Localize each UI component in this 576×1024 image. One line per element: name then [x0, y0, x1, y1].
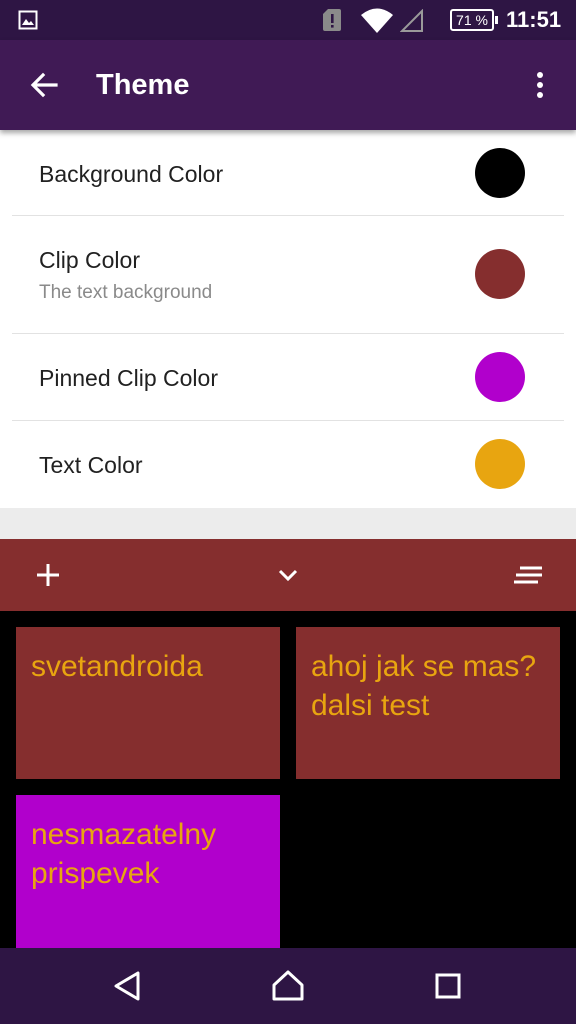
app-bar: Theme [0, 40, 576, 130]
color-swatch[interactable] [475, 352, 525, 402]
clips-preview: svetandroida ahoj jak se mas?dalsi test … [0, 611, 576, 948]
gallery-icon [18, 10, 38, 30]
setting-label: Text Color [39, 452, 143, 478]
setting-clip-color[interactable]: Clip Color The text background [0, 216, 576, 334]
battery-level: 71 % [456, 12, 488, 28]
nav-back-icon[interactable] [110, 968, 146, 1004]
sim-alert-icon [323, 9, 341, 31]
clip-card[interactable]: svetandroida [16, 627, 280, 779]
setting-label: Clip Color [39, 247, 140, 273]
navigation-bar [0, 948, 576, 1024]
plus-icon[interactable] [34, 561, 62, 589]
wifi-icon [361, 8, 393, 33]
setting-text-color[interactable]: Text Color [0, 421, 576, 508]
setting-label: Pinned Clip Color [39, 365, 218, 391]
signal-icon [400, 9, 423, 32]
nav-home-icon[interactable] [270, 968, 306, 1004]
page-title: Theme [96, 69, 190, 101]
clip-card[interactable]: ahoj jak se mas?dalsi test [296, 627, 560, 779]
pinned-clip-card[interactable]: nesmazatelny prispevek [16, 795, 280, 948]
battery-icon: 71 % [450, 9, 498, 31]
settings-list: Background Color Clip Color The text bac… [0, 130, 576, 508]
section-gap [0, 508, 576, 539]
setting-summary: The text background [39, 282, 213, 303]
back-arrow-icon[interactable] [24, 65, 64, 105]
clock: 11:51 [506, 7, 562, 32]
color-swatch[interactable] [475, 148, 525, 198]
nav-recents-icon[interactable] [430, 968, 466, 1004]
clip-toolbar [0, 539, 576, 611]
chevron-down-icon[interactable] [274, 561, 302, 589]
status-bar: 71 % 11:51 [0, 0, 576, 40]
more-vert-icon[interactable] [524, 65, 556, 105]
setting-pinned-clip-color[interactable]: Pinned Clip Color [0, 334, 576, 421]
setting-background-color[interactable]: Background Color [0, 130, 576, 216]
sort-lines-icon[interactable] [512, 563, 544, 589]
color-swatch[interactable] [475, 439, 525, 489]
color-swatch[interactable] [475, 249, 525, 299]
setting-label: Background Color [39, 161, 224, 187]
